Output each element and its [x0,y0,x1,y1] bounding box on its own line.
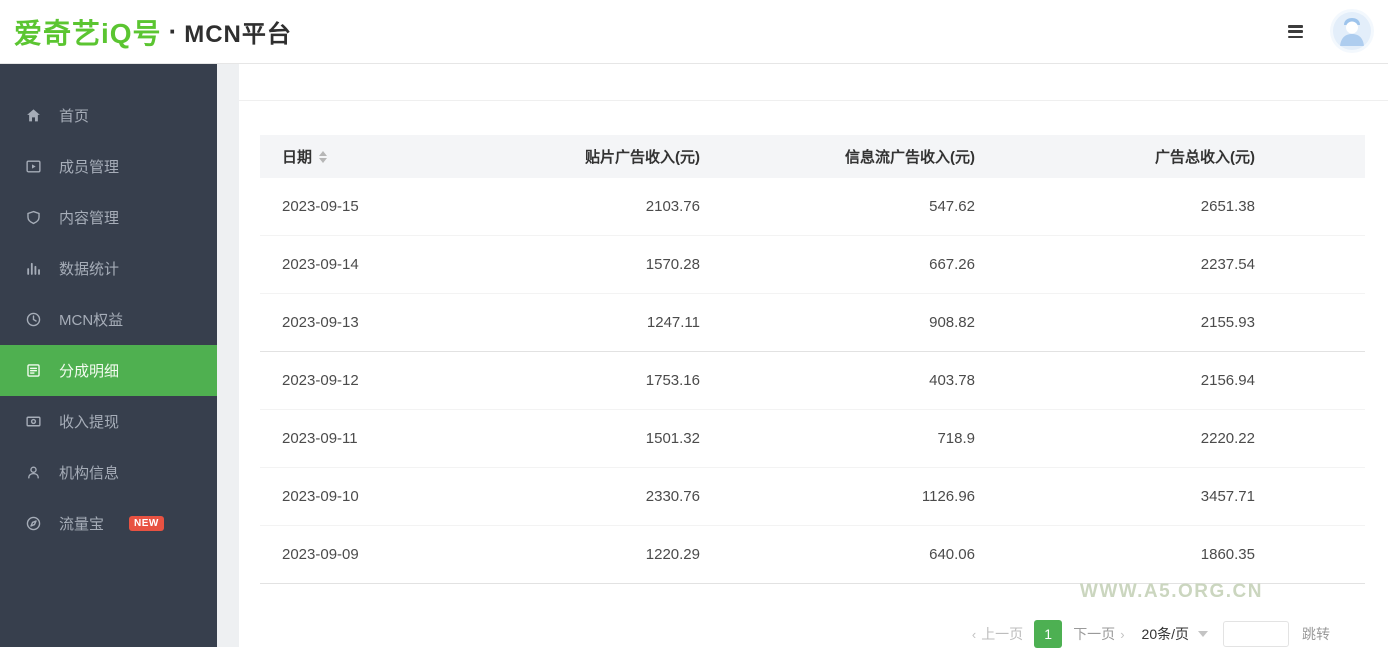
sidebar-gutter [217,64,239,647]
column-header-date[interactable]: 日期 [260,146,580,167]
cell-total: 2237.54 [975,256,1255,273]
page-jump-input[interactable] [1223,621,1289,647]
logo-brand-text: 爱奇艺iQ号 [14,12,162,52]
chevron-down-icon [1198,631,1208,637]
cell-date: 2023-09-11 [260,430,580,447]
cell-date: 2023-09-13 [260,314,580,331]
cell-feed: 908.82 [700,314,975,331]
chevron-right-icon: › [1120,627,1124,642]
current-page-indicator[interactable]: 1 [1034,620,1062,648]
table-row: 2023-09-14 1570.28 667.26 2237.54 [260,236,1365,294]
cell-date: 2023-09-12 [260,372,580,389]
table-row: 2023-09-13 1247.11 908.82 2155.93 [260,294,1365,352]
table-row: 2023-09-09 1220.29 640.06 1860.35 [260,526,1365,584]
table-row: 2023-09-11 1501.32 718.9 2220.22 [260,410,1365,468]
chevron-left-icon: ‹ [972,627,976,642]
new-badge: NEW [129,516,164,531]
sidebar-item-label: 内容管理 [59,207,119,228]
cell-total: 2651.38 [975,198,1255,215]
table-row: 2023-09-12 1753.16 403.78 2156.94 [260,352,1365,410]
prev-page-button[interactable]: ‹ 上一页 [972,624,1023,644]
person-icon [25,464,42,481]
cell-pre-roll: 1501.32 [580,430,700,447]
cell-total: 3457.71 [975,488,1255,505]
cell-date: 2023-09-10 [260,488,580,505]
column-header-feed-revenue: 信息流广告收入(元) [700,146,975,167]
sidebar-item-home[interactable]: 首页 [0,90,217,141]
sidebar-item-traffic-treasure[interactable]: 流量宝 NEW [0,498,217,549]
cell-feed: 667.26 [700,256,975,273]
cell-pre-roll: 2103.76 [580,198,700,215]
toolbar-band [239,64,1388,101]
ledger-icon [25,362,42,379]
column-header-pre-roll-revenue: 贴片广告收入(元) [580,146,700,167]
sidebar-item-label: 机构信息 [59,462,119,483]
column-header-total-revenue: 广告总收入(元) [975,146,1255,167]
sidebar-item-label: 数据统计 [59,258,119,279]
cell-feed: 718.9 [700,430,975,447]
logo-platform-text: MCN平台 [184,14,292,49]
sidebar-item-mcn-rights[interactable]: MCN权益 [0,294,217,345]
table-header-row: 日期 贴片广告收入(元) 信息流广告收入(元) 广告总收入(元) [260,135,1365,178]
cell-total: 1860.35 [975,546,1255,563]
cell-date: 2023-09-14 [260,256,580,273]
jump-button[interactable]: 跳转 [1302,624,1330,644]
cell-feed: 640.06 [700,546,975,563]
home-icon [25,107,42,124]
sidebar-item-label: 成员管理 [59,156,119,177]
watermark: WWW.A5.ORG.CN [1080,581,1263,603]
sidebar-item-revenue-share[interactable]: 分成明细 [0,345,217,396]
withdraw-icon [25,413,42,430]
cell-pre-roll: 1220.29 [580,546,700,563]
top-header: 爱奇艺iQ号 · MCN平台 [0,0,1388,64]
cell-feed: 1126.96 [700,488,975,505]
avatar-person-icon [1333,12,1371,50]
content-icon [25,209,42,226]
app-window: 爱奇艺iQ号 · MCN平台 首页 [0,0,1388,647]
sidebar-menu: 首页 成员管理 内容管理 数据统计 [0,64,217,549]
sidebar-item-content[interactable]: 内容管理 [0,192,217,243]
stats-icon [25,260,42,277]
sidebar-item-label: 首页 [59,105,89,126]
cell-pre-roll: 1570.28 [580,256,700,273]
cell-feed: 403.78 [700,372,975,389]
cell-pre-roll: 1247.11 [580,314,700,331]
menu-icon[interactable] [1288,25,1303,38]
next-page-button[interactable]: 下一页 › [1073,624,1124,644]
clock-icon [25,311,42,328]
sidebar-item-members[interactable]: 成员管理 [0,141,217,192]
pagination: ‹ 上一页 1 下一页 › 20条/页 跳转 [972,620,1330,648]
cell-total: 2156.94 [975,372,1255,389]
sidebar-item-stats[interactable]: 数据统计 [0,243,217,294]
logo-separator: · [169,16,178,47]
cell-total: 2220.22 [975,430,1255,447]
sidebar-item-label: MCN权益 [59,309,123,330]
table-row: 2023-09-10 2330.76 1126.96 3457.71 [260,468,1365,526]
main-content: 日期 贴片广告收入(元) 信息流广告收入(元) 广告总收入(元) 2023-09… [239,64,1388,647]
members-icon [25,158,42,175]
sort-icon[interactable] [319,151,327,163]
cell-pre-roll: 1753.16 [580,372,700,389]
sidebar-item-label: 分成明细 [59,360,119,381]
cell-date: 2023-09-09 [260,546,580,563]
cell-date: 2023-09-15 [260,198,580,215]
sidebar-item-withdraw[interactable]: 收入提现 [0,396,217,447]
sidebar: 首页 成员管理 内容管理 数据统计 [0,64,217,647]
table-row: 2023-09-15 2103.76 547.62 2651.38 [260,178,1365,236]
page-size-select[interactable]: 20条/页 [1142,624,1208,644]
compass-icon [25,515,42,532]
cell-total: 2155.93 [975,314,1255,331]
sidebar-item-org-info[interactable]: 机构信息 [0,447,217,498]
revenue-table: 日期 贴片广告收入(元) 信息流广告收入(元) 广告总收入(元) 2023-09… [260,135,1365,584]
logo: 爱奇艺iQ号 · MCN平台 [14,0,292,63]
sidebar-item-label: 收入提现 [59,411,119,432]
cell-pre-roll: 2330.76 [580,488,700,505]
user-avatar[interactable] [1333,12,1371,50]
cell-feed: 547.62 [700,198,975,215]
sidebar-item-label: 流量宝 [59,513,104,534]
